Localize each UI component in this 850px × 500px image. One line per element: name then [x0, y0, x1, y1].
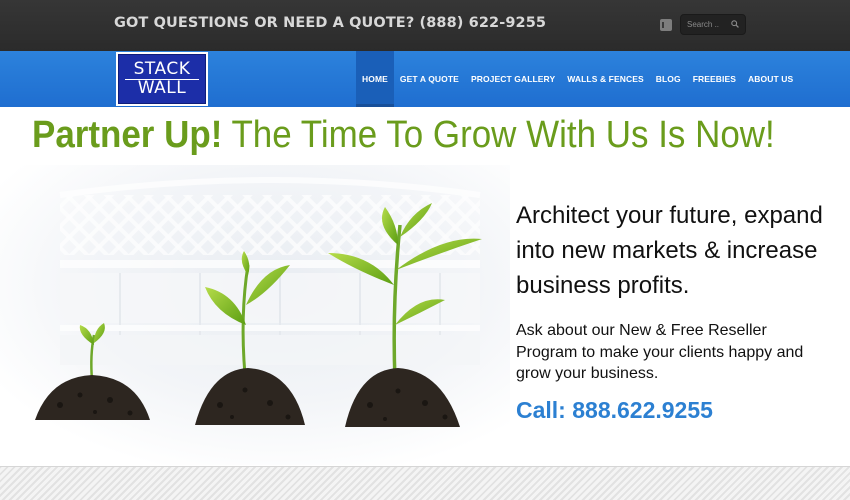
logo-line-1: STACK [133, 59, 191, 79]
search-icon[interactable] [731, 20, 739, 28]
logo-badge: STACK WALL [118, 54, 206, 104]
nav-menu: HOME GET A QUOTE PROJECT GALLERY WALLS &… [356, 51, 799, 107]
nav-item-home[interactable]: HOME [356, 51, 394, 107]
nav-item-walls-fences[interactable]: WALLS & FENCES [561, 51, 650, 107]
hero-sprouts-image [0, 165, 510, 465]
nav-item-blog[interactable]: BLOG [650, 51, 687, 107]
nav-item-about-us[interactable]: ABOUT US [742, 51, 799, 107]
feed-icon[interactable] [660, 19, 672, 31]
contact-question: GOT QUESTIONS OR NEED A QUOTE? (888) 622… [114, 15, 547, 31]
headline-rest: The Time To Grow With Us Is Now! [222, 114, 775, 156]
nav-item-project-gallery[interactable]: PROJECT GALLERY [465, 51, 561, 107]
hero-sub-copy: Ask about our New & Free Reseller Progra… [516, 322, 804, 382]
search-input[interactable] [687, 17, 731, 32]
hero-main-copy: Architect your future, expand into new m… [516, 202, 823, 299]
nav-item-get-a-quote[interactable]: GET A QUOTE [394, 51, 465, 107]
call-phone-link[interactable]: Call: 888.622.9255 [516, 397, 713, 424]
logo-line-2: WALL [137, 78, 187, 98]
nav-item-freebies[interactable]: FREEBIES [687, 51, 742, 107]
footer-stripe [0, 466, 850, 500]
stackwall-logo[interactable]: STACK WALL [116, 52, 208, 106]
main-navbar: STACK WALL HOME GET A QUOTE PROJECT GALL… [0, 51, 850, 107]
headline-bold: Partner Up! [32, 114, 223, 156]
top-bar: GOT QUESTIONS OR NEED A QUOTE? (888) 622… [0, 0, 850, 51]
hero-headline: Partner Up! The Time To Grow With Us Is … [32, 114, 775, 157]
search-box[interactable] [680, 14, 746, 35]
